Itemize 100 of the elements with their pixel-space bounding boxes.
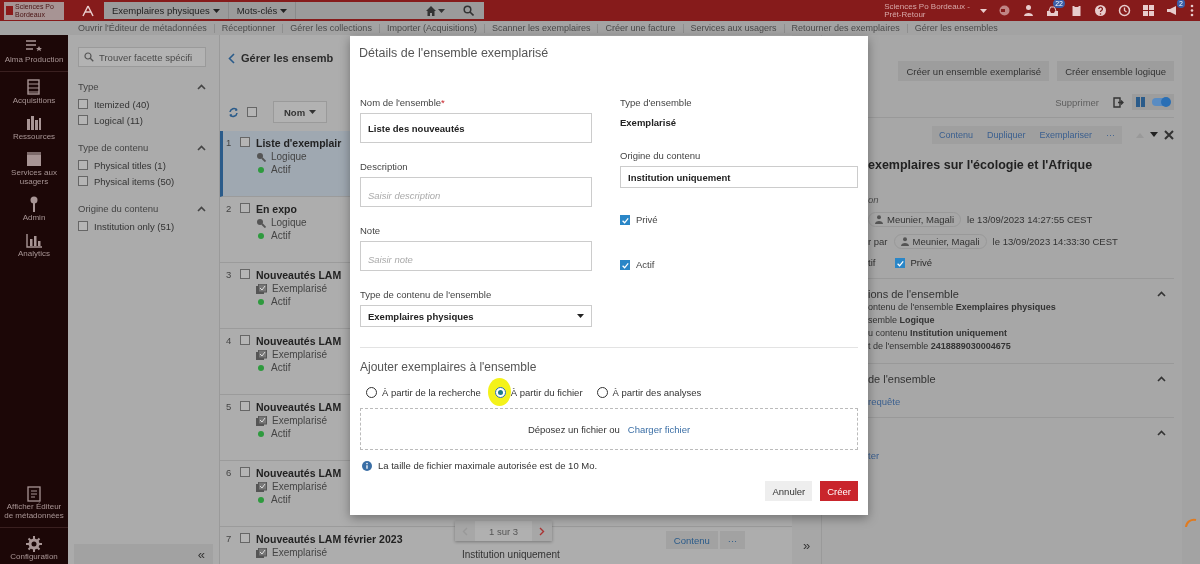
search-bar[interactable]: Exemplaires physiques Mots-clés [104, 2, 484, 19]
clipboard-icon[interactable] [1070, 4, 1083, 17]
scope-dropdown[interactable]: Exemplaires physiques [104, 2, 229, 19]
down-arrow-icon[interactable] [1150, 132, 1158, 138]
sidebar-item[interactable]: Afficher Éditeur de métadonnées [2, 502, 66, 520]
checkbox[interactable] [240, 335, 250, 345]
inbox-icon[interactable] [1046, 4, 1059, 17]
caret-icon [280, 7, 288, 14]
create-set-button[interactable]: Créer ensemble logique [1057, 61, 1174, 81]
checkbox[interactable]: Privé [895, 257, 933, 268]
megaphone-icon[interactable] [1166, 4, 1179, 17]
set-status: Actif [271, 362, 291, 373]
person-icon [900, 237, 909, 246]
set-type: Exemplarisé [272, 415, 328, 426]
nav-link[interactable]: Créer une facture [597, 23, 683, 33]
person-icon[interactable] [1022, 4, 1035, 17]
sidebar-item[interactable]: Configuration [10, 552, 58, 561]
facet-search-field[interactable]: Trouver facette spécifi [78, 47, 206, 67]
sidebar-item[interactable]: Ressources [12, 132, 56, 141]
sidebar-item[interactable]: Acquisitions [12, 96, 56, 105]
nav-link[interactable]: Réceptionner [213, 23, 283, 33]
caret-icon [212, 7, 220, 14]
sidebar-item[interactable]: Analytics [18, 249, 50, 258]
facet-option[interactable]: Institution only (51) [78, 218, 206, 234]
nav-link[interactable]: Scanner les exemplaires [483, 23, 598, 33]
sidebar-item[interactable]: Admin [22, 213, 46, 222]
set-type: Logique [271, 151, 307, 162]
facet-group-title: Type de contenu [78, 142, 149, 153]
info-line: semble Logique [868, 314, 936, 327]
set-origin: Institution uniquement [462, 549, 560, 561]
history-icon[interactable] [1118, 4, 1131, 17]
description-field[interactable]: Saisir description [360, 177, 592, 207]
set-type: Exemplarisé [272, 283, 328, 294]
chevron-up-icon[interactable] [197, 205, 206, 212]
close-icon[interactable] [1164, 130, 1174, 140]
radio-option[interactable]: À partir du fichier [494, 387, 583, 398]
chevron-up-icon[interactable] [197, 144, 206, 151]
chevron-up-icon[interactable] [1157, 430, 1166, 436]
checkbox[interactable] [240, 203, 250, 213]
set-status: Actif [271, 164, 291, 175]
nav-link[interactable]: Services aux usagers [682, 23, 784, 33]
nav-link[interactable]: Importer (Acquisitions) [378, 23, 484, 33]
checkbox[interactable] [240, 269, 250, 279]
row-number: 7 [226, 533, 233, 546]
facet-option[interactable]: Itemized (40) [78, 96, 206, 112]
chevron-up-icon[interactable] [197, 83, 206, 90]
info-line: u contenu Institution uniquement [868, 327, 1009, 340]
field-label: Type de contenu de l'ensemble [360, 289, 493, 301]
checkbox[interactable] [240, 401, 250, 411]
set-status: Actif [271, 230, 291, 241]
nav-link[interactable]: Gérer les collections [282, 23, 379, 33]
nav-link[interactable]: Retourner des exemplaires [783, 23, 907, 33]
select-all-checkbox[interactable] [247, 107, 257, 117]
chevron-up-icon[interactable] [1157, 376, 1166, 382]
checkbox[interactable]: Actif [620, 259, 858, 270]
name-field[interactable]: Liste des nouveautés [360, 113, 592, 143]
chevron-up-icon[interactable] [1157, 291, 1166, 297]
set-title[interactable]: Nouveautés LAM février 2023 [256, 533, 456, 545]
search-icon [84, 52, 94, 62]
stack-icon [256, 349, 267, 360]
refresh-icon[interactable] [228, 106, 239, 118]
origin-field[interactable]: Institution uniquement [620, 166, 858, 188]
institution-name[interactable]: Sciences Po Bordeaux - Prêt-Retour [884, 2, 970, 19]
facet-option[interactable]: Physical items (50) [78, 173, 206, 189]
facet-option[interactable]: Logical (11) [78, 112, 206, 128]
help-icon[interactable] [1094, 4, 1107, 17]
content-type-dropdown[interactable]: Exemplaires physiques [360, 305, 592, 327]
create-button[interactable]: Créer [820, 481, 858, 501]
checkbox[interactable] [240, 533, 250, 543]
more-icon[interactable] [1190, 4, 1194, 17]
checkbox[interactable] [240, 467, 250, 477]
home-icon[interactable] [426, 5, 436, 16]
nav-link[interactable]: Gérer les ensembles [906, 23, 1005, 33]
collapse-button[interactable]: « [74, 544, 213, 564]
radio-option[interactable]: À partir de la recherche [366, 387, 481, 398]
nav-link[interactable]: Ouvrir l'Éditeur de métadonnées [78, 23, 214, 33]
history-date: le 13/09/2023 14:33:30 CEST [992, 236, 1118, 247]
back-icon[interactable] [228, 52, 235, 64]
section-title: de l'ensemble [868, 373, 936, 385]
sidebar-item[interactable]: Alma Production [4, 55, 64, 64]
grid-icon[interactable] [1142, 4, 1155, 17]
checkbox[interactable]: Privé [620, 214, 858, 225]
expand-button[interactable]: » [796, 537, 817, 554]
field-dropdown[interactable]: Mots-clés [228, 2, 297, 19]
radio-option[interactable]: À partir des analyses [596, 387, 702, 398]
export-icon[interactable] [1113, 96, 1124, 108]
stack-icon [256, 481, 267, 492]
toggle-switch[interactable] [1152, 98, 1170, 106]
checkbox[interactable] [240, 137, 250, 147]
cancel-button[interactable]: Annuler [765, 481, 813, 501]
note-field[interactable]: Saisir note [360, 241, 592, 271]
sidebar-item[interactable]: Services aux usagers [2, 168, 66, 186]
status-dot [258, 430, 264, 437]
create-set-button[interactable]: Créer un ensemble exemplarisé [898, 61, 1050, 81]
sort-dropdown[interactable]: Nom [273, 101, 328, 123]
file-drop-zone[interactable]: Déposez un fichier ou Charger fichier [360, 408, 858, 450]
facet-option[interactable]: Physical titles (1) [78, 157, 206, 173]
drop-text: Déposez un fichier ou [527, 423, 620, 435]
columns-icon[interactable] [1136, 97, 1146, 107]
upload-link[interactable]: Charger fichier [627, 423, 691, 435]
